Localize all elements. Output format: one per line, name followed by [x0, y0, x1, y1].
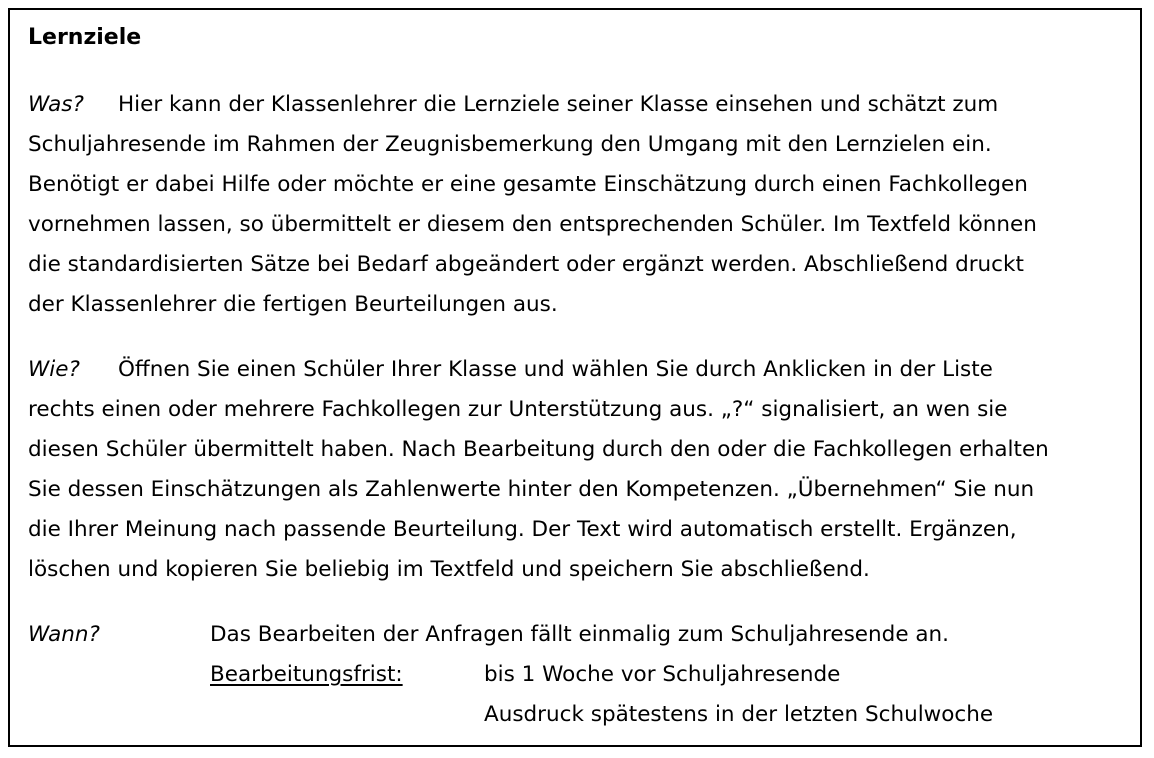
wann-label: Wann? [28, 622, 100, 647]
was-line-4: vornehmen lassen, so übermittelt er dies… [28, 212, 1037, 237]
wie-line-4: Sie dessen Einschätzungen als Zahlenwert… [28, 477, 1035, 502]
frist-label: Bearbeitungsfrist: [210, 662, 403, 687]
wie-text-1: Öffnen Sie einen Schüler Ihrer Klasse un… [118, 357, 993, 382]
wie-line-5: die Ihrer Meinung nach passende Beurteil… [28, 517, 1017, 542]
wie-line-3: diesen Schüler übermittelt haben. Nach B… [28, 437, 1049, 462]
wie-line-6: löschen und kopieren Sie beliebig im Tex… [28, 557, 870, 582]
wie-label: Wie? [28, 357, 80, 382]
frist-line-1: bis 1 Woche vor Schuljahresende [484, 662, 841, 687]
wie-line-2: rechts einen oder mehrere Fachkollegen z… [28, 397, 1008, 422]
wie-line-1: Wie? Öffnen Sie einen Schüler Ihrer Klass… [28, 355, 993, 385]
was-line-6: der Klassenlehrer die fertigen Beurteilu… [28, 292, 558, 317]
was-label: Was? [28, 92, 84, 117]
was-line-5: die standardisierten Sätze bei Bedarf ab… [28, 252, 1024, 277]
was-line-1: Was? Hier kann der Klassenlehrer die Lern… [28, 90, 998, 120]
wann-text: Das Bearbeiten der Anfragen fällt einmal… [210, 622, 950, 647]
was-text-1: Hier kann der Klassenlehrer die Lernziel… [118, 92, 999, 117]
was-line-2: Schuljahresende im Rahmen der Zeugnisbem… [28, 132, 992, 157]
page-title: Lernziele [28, 25, 142, 50]
was-line-3: Benötigt er dabei Hilfe oder möchte er e… [28, 172, 1028, 197]
frist-line-2: Ausdruck spätestens in der letzten Schul… [484, 702, 994, 727]
